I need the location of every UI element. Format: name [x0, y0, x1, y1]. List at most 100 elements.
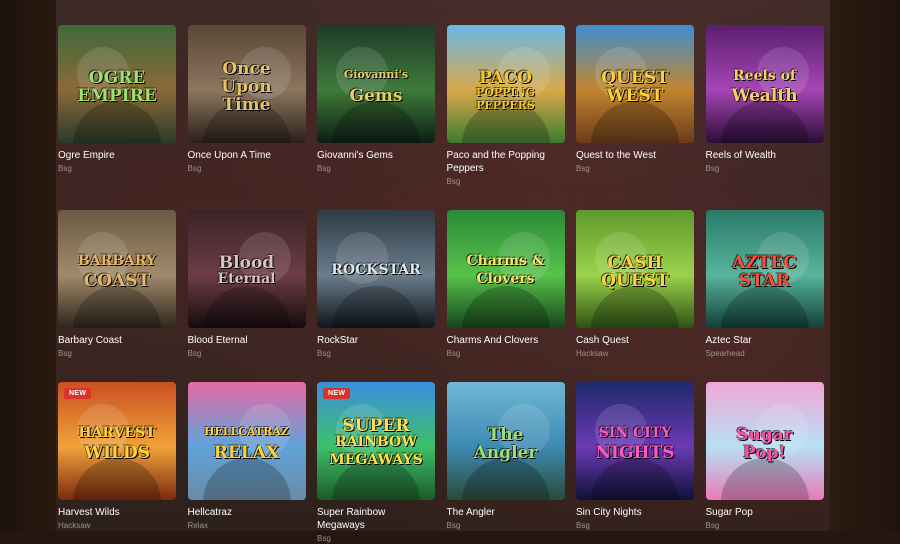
game-title[interactable]: Giovanni's Gems: [317, 149, 435, 162]
game-logo-text: QUEST: [601, 271, 669, 291]
game-logo-text: RAINBOW: [335, 434, 417, 450]
game-artwork: [705, 25, 824, 143]
game-title[interactable]: Hellcatraz: [188, 506, 306, 519]
game-artwork: [576, 382, 694, 500]
game-card[interactable]: Giovanni's Gems Giovanni's Gems Bsg: [317, 25, 435, 174]
game-thumbnail[interactable]: AZTEC STAR: [705, 210, 824, 328]
game-logo-text: SIN CITY: [598, 425, 672, 441]
game-thumbnail[interactable]: Once Upon Time: [187, 25, 306, 143]
game-logo-text: SUPER: [342, 416, 410, 436]
game-logo-text: STAR: [738, 271, 791, 291]
game-card[interactable]: AZTEC STAR Aztec Star Spearhead: [705, 210, 824, 359]
game-card[interactable]: HARVEST WILDS NEW Harvest Wilds Hacksaw: [58, 382, 176, 531]
game-card[interactable]: Charms & Clovers Charms And Clovers Bsg: [446, 210, 565, 359]
game-thumbnail[interactable]: CASH QUEST: [576, 210, 694, 328]
game-provider: Bsg: [187, 349, 202, 358]
game-thumbnail[interactable]: SIN CITY NIGHTS: [576, 382, 694, 500]
game-logo-text: HELLCATRAZ: [204, 425, 289, 438]
game-provider: Bsg: [317, 164, 331, 173]
new-badge: NEW: [64, 388, 92, 399]
game-card[interactable]: PACO POPPING PEPPERS Paco and the Popping …: [446, 25, 565, 187]
game-provider: Relax: [187, 521, 208, 530]
game-thumbnail[interactable]: OGRE EMPIRE: [58, 25, 176, 143]
game-provider: Bsg: [317, 349, 331, 358]
game-provider: Bsg: [705, 164, 720, 173]
game-card[interactable]: Sugar Pop! Sugar Pop Bsg: [705, 382, 824, 531]
game-logo-text: WILDS: [83, 443, 151, 463]
game-title[interactable]: Harvest Wilds: [58, 506, 176, 519]
game-card[interactable]: Blood Eternal Blood Eternal Bsg: [187, 210, 306, 359]
game-thumbnail[interactable]: QUEST WEST: [576, 25, 694, 143]
game-thumbnail[interactable]: HARVEST WILDS NEW: [58, 382, 176, 500]
game-thumbnail[interactable]: PACO POPPING PEPPERS: [446, 25, 565, 143]
game-thumbnail[interactable]: BARBARY COAST: [58, 210, 176, 328]
game-logo-text: Time: [222, 95, 271, 115]
game-thumbnail[interactable]: Reels of Wealth: [705, 25, 824, 143]
game-title[interactable]: Paco and the Popping Peppers: [447, 149, 565, 175]
game-card[interactable]: QUEST WEST Quest to the West Bsg: [576, 25, 694, 174]
game-thumbnail[interactable]: Charms & Clovers: [446, 210, 565, 328]
game-logo-text: AZTEC: [732, 253, 797, 273]
game-provider: Bsg: [317, 534, 331, 543]
game-title[interactable]: Super Rainbow Megaways: [317, 506, 435, 532]
game-logo-text: Clovers: [476, 271, 535, 287]
game-card[interactable]: HELLCATRAZ RELAX Hellcatraz Relax: [187, 382, 306, 531]
game-logo-text: HARVEST: [78, 425, 156, 441]
game-provider: Hacksaw: [58, 521, 91, 530]
game-thumbnail[interactable]: HELLCATRAZ RELAX: [187, 382, 306, 500]
game-artwork: [58, 382, 176, 500]
game-logo-text: ROCKSTAR: [331, 262, 421, 278]
game-logo-text: OGRE: [88, 68, 146, 88]
game-title[interactable]: Quest to the West: [576, 149, 694, 162]
game-thumbnail[interactable]: ROCKSTAR: [317, 210, 435, 328]
game-title[interactable]: Sugar Pop: [706, 506, 824, 519]
game-title[interactable]: The Angler: [447, 506, 565, 519]
game-logo-text: QUEST: [601, 68, 669, 88]
background-right: [830, 0, 900, 531]
game-logo-text: Charms &: [466, 253, 545, 269]
game-title[interactable]: Cash Quest: [576, 334, 694, 347]
game-card[interactable]: OGRE EMPIRE Ogre Empire Bsg: [58, 25, 176, 174]
game-provider: Bsg: [187, 164, 202, 173]
game-thumbnail[interactable]: Blood Eternal: [187, 210, 306, 328]
new-badge: NEW: [323, 388, 351, 399]
game-logo-text: EMPIRE: [77, 86, 157, 106]
game-card[interactable]: Reels of Wealth Reels of Wealth Bsg: [705, 25, 824, 174]
game-logo-text: PACO: [478, 68, 533, 88]
game-title[interactable]: Reels of Wealth: [706, 149, 824, 162]
game-logo-text: The: [487, 425, 524, 445]
game-thumbnail[interactable]: SUPER RAINBOW MEGAWAYS NEW: [317, 382, 435, 500]
game-provider: Bsg: [705, 521, 720, 530]
game-card[interactable]: Once Upon Time Once Upon A Time Bsg: [187, 25, 306, 174]
game-thumbnail[interactable]: The Angler: [446, 382, 565, 500]
background-left: [0, 0, 56, 531]
game-provider: Bsg: [446, 521, 461, 530]
game-title[interactable]: Blood Eternal: [188, 334, 306, 347]
game-card[interactable]: SUPER RAINBOW MEGAWAYS NEW Super Rainbow Meg…: [317, 382, 435, 544]
game-title[interactable]: Charms And Clovers: [447, 334, 565, 347]
game-title[interactable]: Aztec Star: [706, 334, 824, 347]
game-thumbnail[interactable]: Giovanni's Gems: [317, 25, 435, 143]
game-title[interactable]: Barbary Coast: [58, 334, 176, 347]
game-logo-text: Eternal: [217, 271, 276, 287]
game-logo-text: BARBARY: [77, 253, 157, 269]
game-card[interactable]: The Angler The Angler Bsg: [446, 382, 565, 531]
game-card[interactable]: SIN CITY NIGHTS Sin City Nights Bsg: [576, 382, 694, 531]
game-provider: Bsg: [576, 164, 590, 173]
game-logo-text: WEST: [606, 86, 664, 106]
game-provider: Bsg: [446, 177, 461, 186]
game-title[interactable]: RockStar: [317, 334, 435, 347]
game-thumbnail[interactable]: Sugar Pop!: [705, 382, 824, 500]
game-logo-text: CASH: [607, 253, 663, 273]
game-card[interactable]: ROCKSTAR RockStar Bsg: [317, 210, 435, 359]
game-title[interactable]: Sin City Nights: [576, 506, 694, 519]
game-logo-text: COAST: [83, 271, 151, 291]
game-logo-text: MEGAWAYS: [329, 452, 423, 468]
game-logo-text: Wealth: [731, 86, 798, 106]
game-artwork: [58, 210, 176, 328]
game-title[interactable]: Ogre Empire: [58, 149, 176, 162]
game-card[interactable]: BARBARY COAST Barbary Coast Bsg: [58, 210, 176, 359]
game-logo-text: Once: [222, 59, 271, 79]
game-card[interactable]: CASH QUEST Cash Quest Hacksaw: [576, 210, 694, 359]
game-title[interactable]: Once Upon A Time: [188, 149, 306, 162]
